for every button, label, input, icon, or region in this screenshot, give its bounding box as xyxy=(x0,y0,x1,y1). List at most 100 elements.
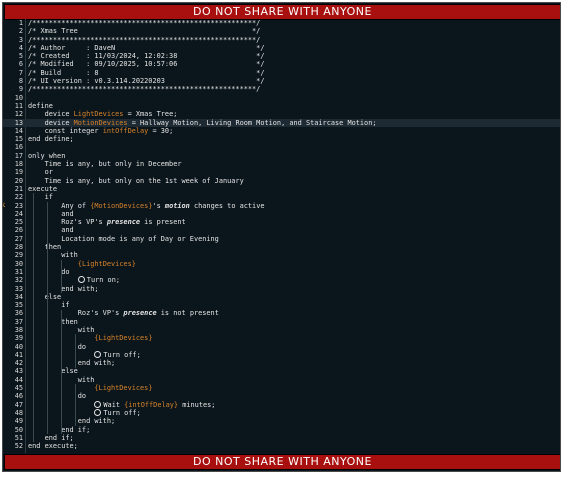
code-token: execute xyxy=(28,184,58,193)
code-line[interactable]: 5 /* Created : 11/03/2024, 12:02:38 */ xyxy=(3,52,560,60)
code-line[interactable]: 4 /* Author : DaveN */ xyxy=(3,44,560,52)
code-line[interactable]: 8 /* UI version : v0.3.114.20220203 */ xyxy=(3,77,560,85)
code-token: end with; xyxy=(28,359,116,368)
indent-guide xyxy=(61,259,62,293)
code-line[interactable]: 39 {LightDevices} xyxy=(3,334,560,342)
code-text: /* Created : 11/03/2024, 12:02:38 */ xyxy=(28,52,264,60)
code-line[interactable]: 12 device LightDevices = Xmas Tree; xyxy=(3,110,560,118)
indent-guide xyxy=(61,309,62,434)
code-line[interactable]: 49 end with; xyxy=(3,417,560,425)
code-line[interactable]: 2 /* Xmas Tree */ xyxy=(3,27,560,35)
code-text: do xyxy=(28,343,86,351)
code-line[interactable]: 18 Time is any, but only in December xyxy=(3,160,560,168)
code-line[interactable]: 3 /**************************************… xyxy=(3,36,560,44)
code-line[interactable]: 25 Roz's VP's presence is present xyxy=(3,218,560,226)
line-number: 36 xyxy=(14,309,23,318)
code-line[interactable]: 1 /**************************************… xyxy=(3,19,560,27)
code-area[interactable]: 1 /**************************************… xyxy=(3,19,560,453)
code-line[interactable]: 23 ☇ Any of {MotionDevices}'s motion chan… xyxy=(3,202,560,210)
code-line[interactable]: 47 Wait {intOffDelay} minutes; xyxy=(3,400,560,409)
line-number: 10 xyxy=(14,93,23,102)
code-line[interactable]: 40 do xyxy=(3,343,560,351)
line-number: 32 xyxy=(14,276,23,285)
code-text: with xyxy=(28,251,78,259)
code-text: if xyxy=(28,193,53,201)
code-line[interactable]: 45 {LightDevices} xyxy=(3,384,560,392)
code-line[interactable]: 43 else xyxy=(3,367,560,375)
code-text: only when xyxy=(28,152,65,160)
code-line[interactable]: 41 Turn off; xyxy=(3,350,560,359)
code-line[interactable]: 48 Turn off; xyxy=(3,408,560,417)
code-token: /* Build : 8 */ xyxy=(28,68,265,77)
code-line[interactable]: 27 Location mode is any of Day or Evenin… xyxy=(3,235,560,243)
code-line[interactable]: 29 with xyxy=(3,251,560,259)
code-line[interactable]: 34 else xyxy=(3,293,560,301)
code-text: Roz's VP's presence is not present xyxy=(28,309,219,317)
code-line[interactable]: 11 define xyxy=(3,102,560,110)
code-line[interactable]: 33 end with; xyxy=(3,285,560,293)
code-line[interactable]: 26 and xyxy=(3,226,560,234)
code-text: end with; xyxy=(28,359,115,367)
code-text: do xyxy=(28,392,86,400)
code-line[interactable]: 21 execute xyxy=(3,185,560,193)
line-number: 1 xyxy=(18,19,23,27)
line-number: 37 xyxy=(14,317,23,326)
code-line[interactable]: 28 then xyxy=(3,243,560,251)
code-line[interactable]: 7 /* Build : 8 */ xyxy=(3,69,560,77)
code-token: Roz's VP's xyxy=(28,218,107,227)
line-number: 33 xyxy=(14,284,23,293)
line-number: 12 xyxy=(14,110,23,119)
code-token: const integer xyxy=(28,126,103,135)
line-number: 25 xyxy=(14,218,23,227)
code-line[interactable]: 16 xyxy=(3,143,560,151)
code-line[interactable]: 30 {LightDevices} xyxy=(3,260,560,268)
code-token: if xyxy=(28,193,53,202)
code-line[interactable]: 6 /* Modified : 09/10/2025, 10:57:06 */ xyxy=(3,60,560,68)
code-token: do xyxy=(28,267,70,276)
code-line[interactable]: 20 Time is any, but only on the 1st week… xyxy=(3,177,560,185)
line-number: 4 xyxy=(18,43,23,52)
code-line[interactable]: 10 xyxy=(3,94,560,102)
variable-token: {MotionDevices} xyxy=(90,201,153,210)
code-line[interactable]: 46 do xyxy=(3,392,560,400)
code-line[interactable]: 32 Turn on; xyxy=(3,276,560,284)
line-number: 3 xyxy=(18,35,23,44)
code-line[interactable]: 9 /**************************************… xyxy=(3,85,560,93)
code-token: do xyxy=(28,342,87,351)
code-token: end with; xyxy=(28,284,99,293)
code-line[interactable]: 42 end with; xyxy=(3,359,560,367)
code-line[interactable]: 51 end if; xyxy=(3,434,560,442)
code-line[interactable]: 24 and xyxy=(3,210,560,218)
code-line[interactable]: 35 if xyxy=(3,301,560,309)
line-number: 49 xyxy=(14,417,23,426)
code-line[interactable]: 15 end define; xyxy=(3,135,560,143)
code-line[interactable]: 17 only when xyxy=(3,152,560,160)
code-line[interactable]: 14 const integer intOffDelay = 30; xyxy=(3,127,560,135)
code-token: /* UI version : v0.3.114.20220203 */ xyxy=(28,77,265,86)
trigger-marker-icon[interactable]: ☇ xyxy=(3,202,6,210)
code-text: do xyxy=(28,267,70,276)
code-text: Time is any, but only on the 1st week of… xyxy=(28,177,244,185)
warning-banner-bottom: DO NOT SHARE WITH ANYONE xyxy=(4,454,560,470)
code-line[interactable]: 52 end execute; xyxy=(3,442,560,450)
line-number: 48 xyxy=(14,408,23,417)
code-token: Time is any, but only in December xyxy=(28,160,182,169)
line-number: 40 xyxy=(14,342,23,351)
code-line[interactable]: 37 then xyxy=(3,318,560,326)
action-bullet-icon xyxy=(94,400,102,408)
code-line[interactable]: 50 end if; xyxy=(3,426,560,434)
code-token: Wait xyxy=(103,400,125,409)
warning-banner-top: DO NOT SHARE WITH ANYONE xyxy=(4,4,560,20)
code-line[interactable]: 44 with xyxy=(3,376,560,384)
code-token: = Xmas Tree; xyxy=(123,110,178,119)
code-line[interactable]: 19 or xyxy=(3,168,560,176)
code-line[interactable]: 38 with xyxy=(3,326,560,334)
code-line[interactable]: 36 Roz's VP's presence is not present xyxy=(3,309,560,317)
code-line[interactable]: 22 if xyxy=(3,193,560,201)
code-line[interactable]: 13 device MotionDevices = Hallway Motion… xyxy=(3,118,560,127)
code-line[interactable]: 31 do xyxy=(3,268,560,276)
variable-token: MotionDevices xyxy=(73,118,128,127)
variable-token: {LightDevices} xyxy=(77,259,136,268)
code-token: define xyxy=(28,101,53,110)
